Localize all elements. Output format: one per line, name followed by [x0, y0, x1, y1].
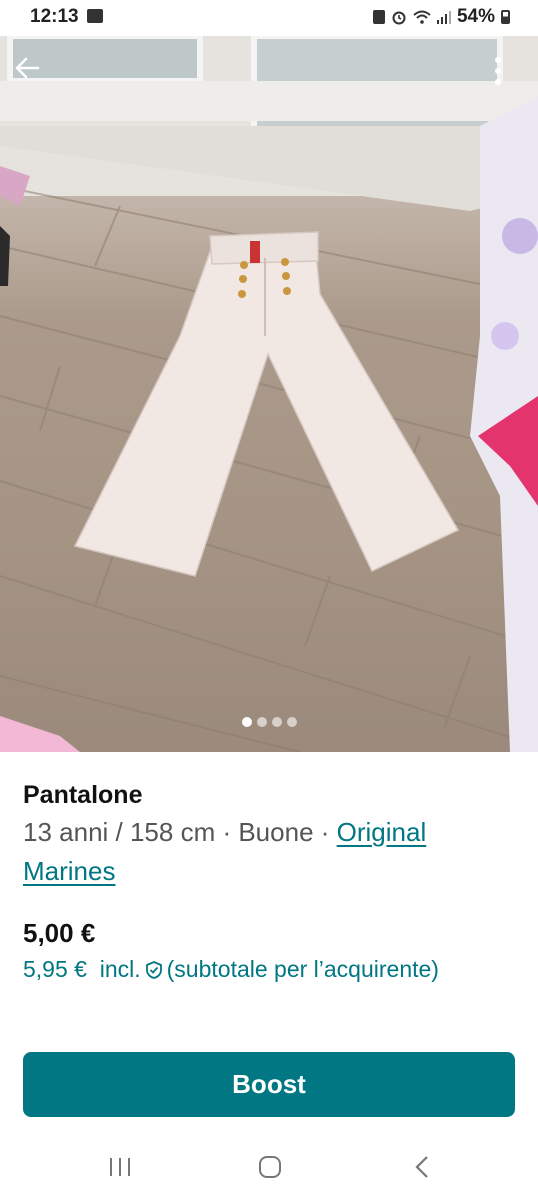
system-back-button[interactable] [402, 1154, 442, 1184]
boost-button[interactable]: Boost [23, 1052, 515, 1117]
gallery-page-indicator [0, 717, 538, 727]
status-bar: 12:13 54% [0, 0, 538, 36]
gallery-dot[interactable] [286, 717, 297, 727]
buyer-price-row[interactable]: 5,95 € incl. (subtotale per l’acquirente… [23, 956, 439, 983]
home-icon [258, 1155, 282, 1184]
battery-percent: 54% [456, 6, 495, 27]
battery-icon [501, 10, 510, 24]
gallery-dot[interactable] [256, 717, 267, 727]
alarm-icon [391, 9, 407, 25]
shield-check-icon [144, 960, 164, 980]
gallery-notification-icon [87, 9, 103, 23]
home-button[interactable] [250, 1154, 290, 1184]
price-with-fee: 5,95 € [23, 956, 87, 982]
item-size: 13 anni / 158 cm [23, 817, 216, 847]
recent-apps-button[interactable] [100, 1154, 140, 1184]
incl-label: incl. [99, 956, 141, 982]
product-photo-illustration [0, 36, 538, 752]
item-price: 5,00 € [23, 918, 96, 948]
item-condition: Buone [238, 817, 314, 847]
meta-separator: · [313, 817, 337, 847]
item-title: Pantalone [23, 781, 143, 809]
wifi-icon [413, 10, 431, 24]
signal-icon [436, 10, 451, 24]
status-time: 12:13 [30, 6, 79, 27]
item-details: Pantalone 13 anni / 158 cm · Buone · Ori… [23, 778, 518, 891]
status-icons: 54% [372, 6, 510, 28]
gallery-dot[interactable] [271, 717, 282, 727]
meta-separator: · [215, 817, 239, 847]
recent-apps-icon [108, 1156, 132, 1183]
item-meta: 13 anni / 158 cm · Buone · Original Mari… [23, 813, 518, 891]
more-options-button[interactable] [494, 56, 522, 92]
subtotal-note: (subtotale per l’acquirente) [166, 956, 439, 982]
back-button[interactable] [14, 56, 50, 92]
chevron-left-icon [414, 1155, 430, 1184]
gallery-dot[interactable] [241, 717, 252, 727]
product-photo[interactable] [0, 36, 538, 752]
lock-icon [372, 10, 385, 24]
system-nav-bar [0, 1140, 538, 1200]
